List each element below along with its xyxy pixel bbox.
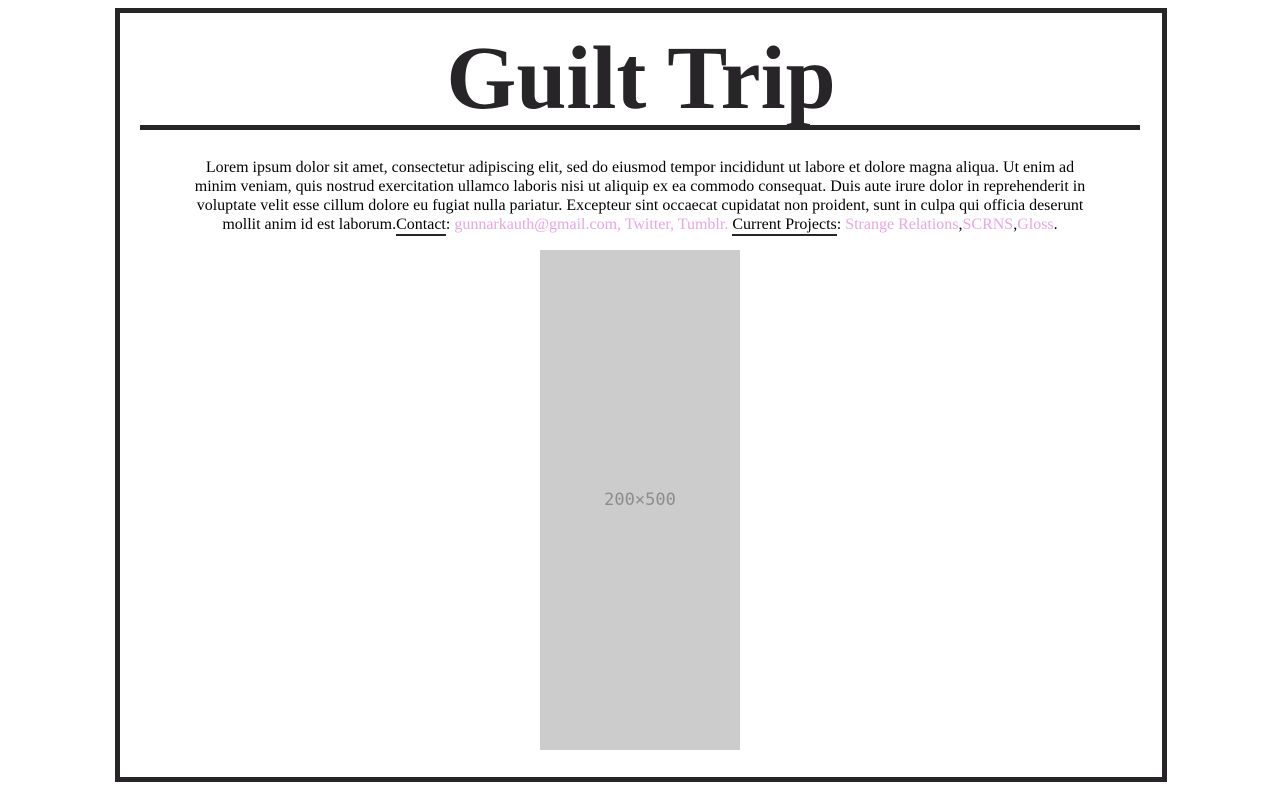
contact-colon: : [445, 216, 451, 233]
current-projects-label: Current Projects [732, 216, 837, 236]
project-link-strange-relations[interactable]: Strange Relations [845, 216, 958, 233]
project-link-gloss[interactable]: Gloss [1017, 216, 1053, 233]
contact-links[interactable]: gunnarkauth@gmail.com, Twitter, Tumblr. [454, 216, 728, 233]
image-placeholder-label: 200×500 [604, 490, 676, 510]
projects-colon: : [836, 216, 842, 233]
contact-label: Contact [396, 216, 446, 236]
image-placeholder: 200×500 [540, 250, 740, 750]
page-title: Guilt Trip [446, 29, 836, 128]
intro-paragraph: Lorem ipsum dolor sit amet, consectetur … [190, 158, 1090, 236]
projects-end-period: . [1053, 216, 1058, 233]
page-frame: Guilt Trip Lorem ipsum dolor sit amet, c… [115, 8, 1167, 782]
title-divider [140, 125, 1140, 130]
project-link-scrns[interactable]: SCRNS [963, 216, 1014, 233]
